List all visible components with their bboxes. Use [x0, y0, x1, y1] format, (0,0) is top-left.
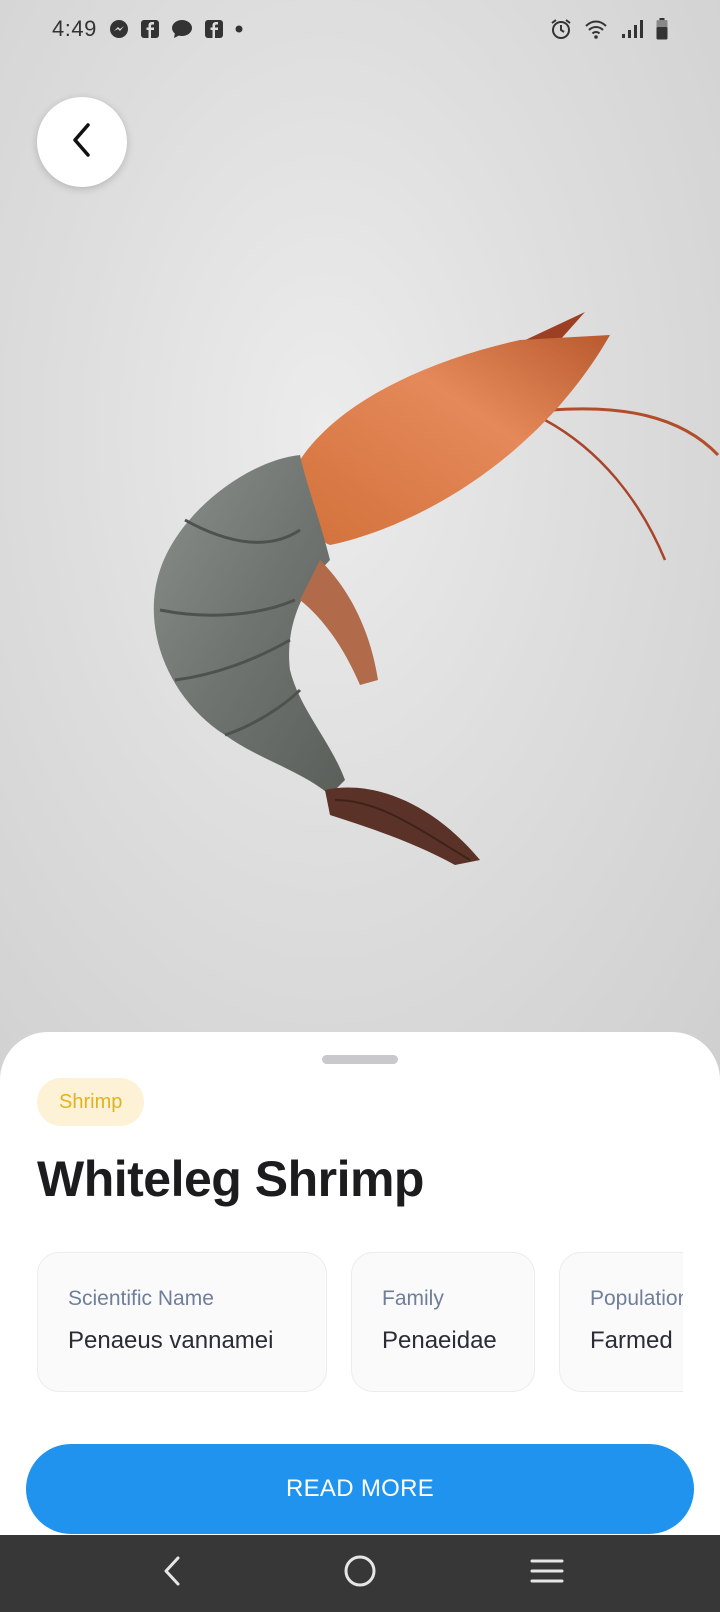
fact-card-family: Family Penaeidae [351, 1252, 535, 1392]
status-bar: 4:49 [0, 0, 720, 58]
fact-card-label: Population [590, 1287, 683, 1310]
battery-icon [656, 18, 668, 40]
messenger-icon [109, 19, 129, 39]
nav-home-button[interactable] [330, 1544, 390, 1604]
signal-icon [620, 19, 644, 39]
chevron-left-icon [161, 1555, 185, 1592]
fact-card-label: Scientific Name [68, 1287, 214, 1310]
menu-lines-icon [530, 1557, 564, 1590]
fact-card-population: Population Farmed [559, 1252, 683, 1392]
category-chip: Shrimp [37, 1078, 145, 1126]
fact-card-value: Penaeidae [382, 1327, 497, 1354]
facts-carousel[interactable]: Scientific Name Penaeus vannamei Family … [37, 1252, 683, 1394]
status-time: 4:49 [52, 16, 97, 41]
nav-back-button[interactable] [143, 1544, 203, 1604]
back-button[interactable] [37, 97, 127, 187]
facebook-icon [140, 20, 159, 38]
facebook-icon [204, 20, 223, 38]
fact-card-value: Farmed [590, 1327, 673, 1354]
home-circle-icon [342, 1553, 378, 1594]
fact-card-scientific-name: Scientific Name Penaeus vannamei [37, 1252, 327, 1392]
species-title: Whiteleg Shrimp [37, 1151, 424, 1207]
wifi-icon [584, 19, 608, 39]
alarm-icon [550, 18, 572, 40]
species-detail-sheet: Shrimp Whiteleg Shrimp Scientific Name P… [0, 1032, 720, 1535]
fact-card-label: Family [382, 1287, 444, 1310]
nav-recents-button[interactable] [517, 1544, 577, 1604]
chevron-left-icon [67, 120, 97, 165]
system-nav-bar [0, 1535, 720, 1612]
sheet-drag-handle[interactable] [322, 1055, 398, 1064]
chat-bubble-icon [171, 19, 193, 39]
read-more-button[interactable]: READ MORE [26, 1444, 694, 1534]
dot-icon [235, 25, 243, 33]
fact-card-value: Penaeus vannamei [68, 1327, 274, 1354]
